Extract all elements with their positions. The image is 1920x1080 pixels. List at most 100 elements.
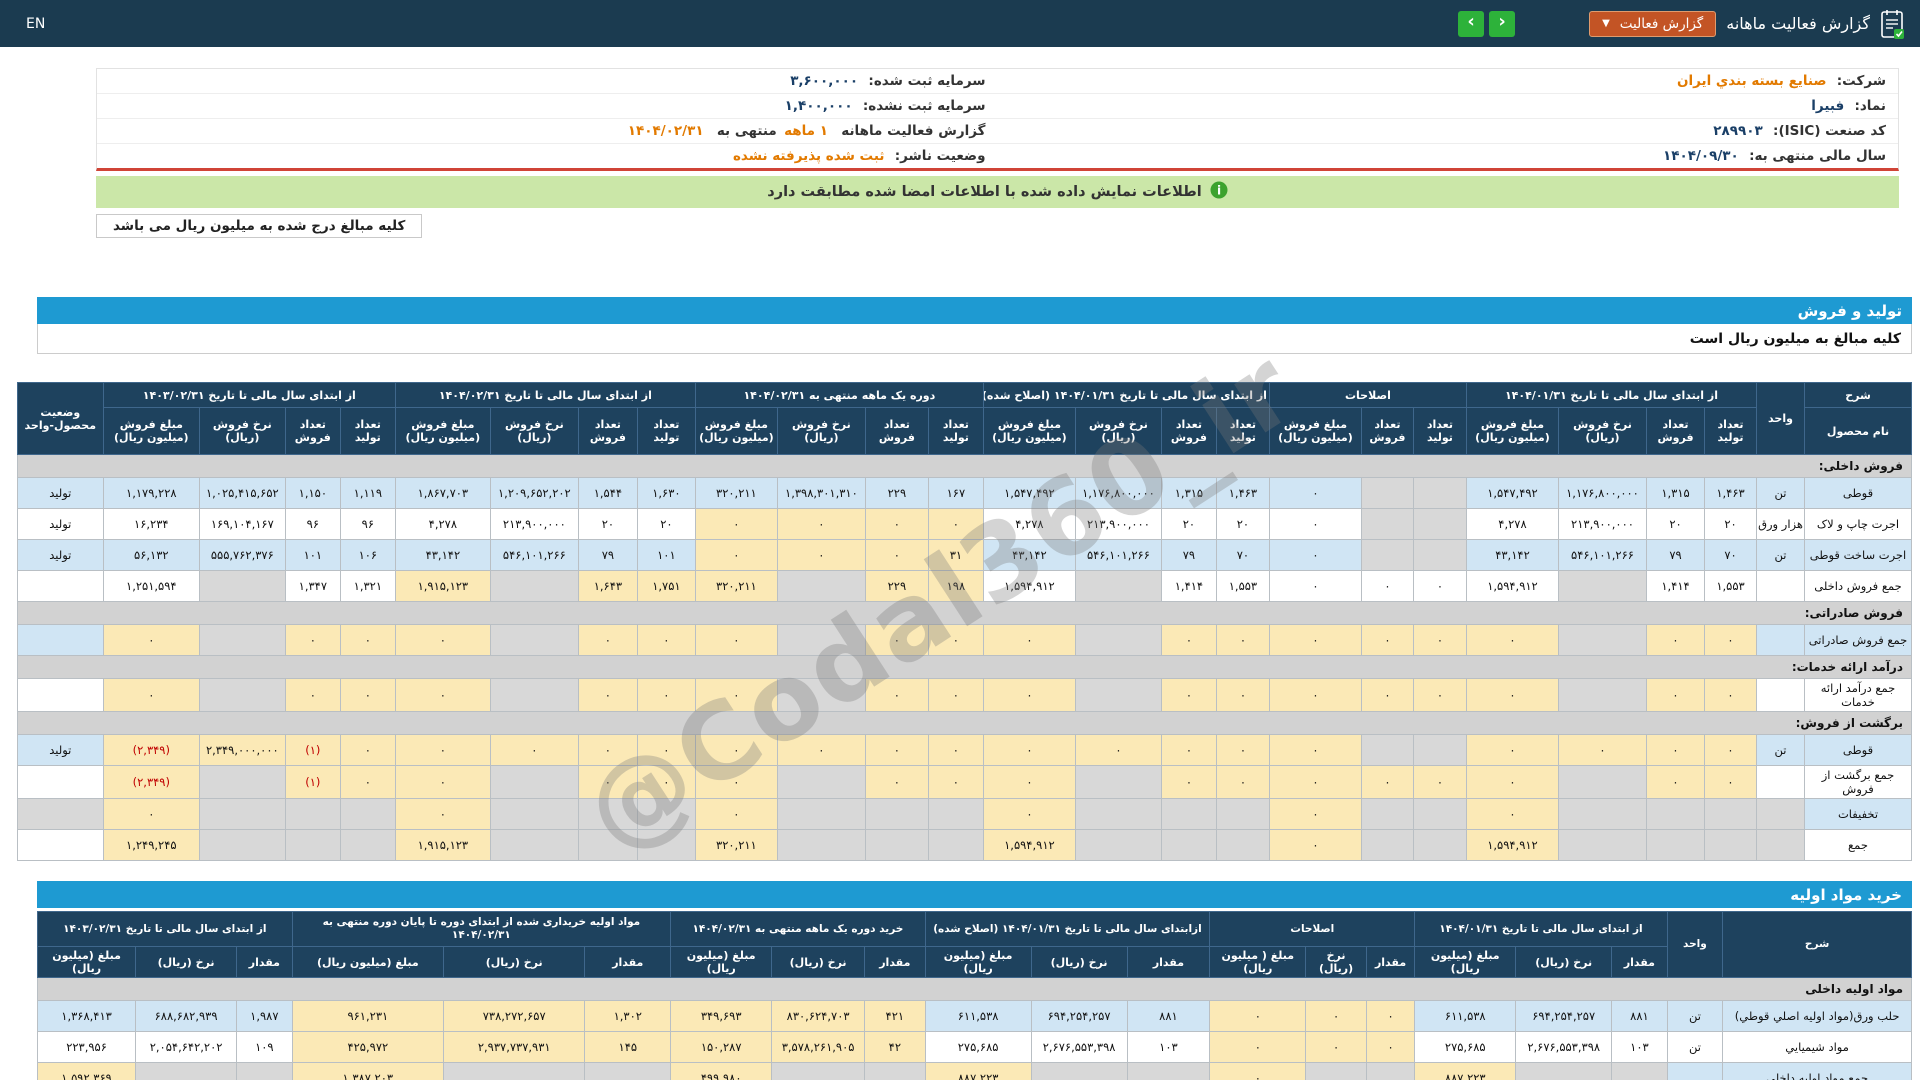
table-sub-header-row: نام محصول تعداد تولید تعداد فروش نرخ فروش (… [17,407,1912,455]
value-cell: (۱) [284,734,341,766]
value-cell: ۵۶,۱۳۲ [102,539,200,571]
prev-report-button[interactable]: ‹ [1458,10,1485,37]
column-header: تعداد تولید [927,407,984,455]
value-cell: ۰ [1465,765,1560,799]
value-cell [135,1062,238,1080]
group-header: از ابتدای سال مالی تا تاریخ ۱۴۰۳/۰۲/۳۱ [102,382,396,408]
value-cell: ۴,۲۷۸ [1465,508,1560,540]
value-cell [584,1062,672,1080]
value-cell: ۰ [927,678,984,712]
column-header: تعداد فروش [577,407,638,455]
next-report-button[interactable]: › [1489,10,1516,37]
value-cell: ۵۴۶,۱۰۱,۲۶۶ [1558,539,1647,571]
column-header: تعداد فروش [1646,407,1705,455]
value-cell: ۱,۴۶۳ [1215,477,1270,509]
unit-cell [1756,829,1805,861]
unit-cell [1756,624,1805,656]
value-cell [864,798,929,830]
value-cell: ۱۶,۲۳۴ [102,508,200,540]
value-cell: ۹۶ [339,508,396,540]
unit-cell: تن [1756,539,1805,571]
value-cell: ۰ [1360,678,1414,712]
value-cell: ۱,۲۵۱,۵۹۴ [102,570,200,602]
value-cell: ۱,۱۱۹ [339,477,396,509]
value-cell [1074,798,1162,830]
value-cell: ۰ [1268,678,1362,712]
group-header: مواد اولیه خریداری شده از ابتدای دوره تا… [291,911,672,947]
column-header: مبلغ فروش (میلیون ریال) [394,407,491,455]
value-cell [864,829,929,861]
value-cell [776,678,866,712]
value-cell: ۰ [1646,678,1705,712]
column-header: نرخ فروش (ریال) [776,407,866,455]
value-cell: ۱,۶۳۰ [636,477,696,509]
value-cell [1412,508,1467,540]
status-header: وضعیت محصول-واحد [16,382,104,455]
value-cell: ۰ [1360,570,1414,602]
group-header: دوره یک ماهه منتهی به ۱۴۰۴/۰۲/۳۱ [694,382,984,408]
value-cell: ۰ [1074,734,1162,766]
value-cell: ۰ [864,539,929,571]
value-cell [636,798,696,830]
production-section-header: تولید و فروش [37,297,1912,324]
value-cell: ۲۲۹ [864,477,929,509]
data-row: اجرت چاپ و لاک هزار ورق ۲۰ ۲۰ ۲۱۳,۹۰۰,۰۰۰ ۴,۲… [16,508,1912,540]
value-cell [198,570,286,602]
value-cell: ۱,۵۹۴,۹۱۲ [982,570,1076,602]
value-cell [1611,1062,1668,1080]
value-cell [1412,539,1467,571]
section-row: فروش صادراتی: [16,601,1913,625]
language-toggle[interactable]: EN [26,16,45,32]
value-cell: ۱,۰۲۵,۴۱۵,۶۵۲ [198,477,286,509]
unregistered-capital: ۱,۴۰۰,۰۰۰ [784,98,853,114]
value-cell: ۴۲۱ [864,1000,926,1032]
value-cell: ۰ [1465,624,1560,656]
value-cell: ۰ [927,508,984,540]
data-row: مواد شیمیایي تن ۱۰۳ ۲,۶۷۶,۵۵۳,۳۹۸ ۲۷۵,۶۸۵ ۰ ۰ ۰… [36,1031,1912,1063]
report-type-label: گزارش فعالیت [1619,15,1704,32]
value-cell: ۱,۵۵۳ [1215,570,1270,602]
value-cell: ۱,۹۸۷ [236,1000,293,1032]
value-cell: ۷۳۸,۲۷۲,۶۵۷ [443,1000,586,1032]
report-type-dropdown[interactable]: گزارش فعالیت ▼ [1589,10,1717,37]
data-row: قوطی تن ۱,۴۶۳ ۱,۳۱۵ ۱,۱۷۶,۸۰۰,۰۰۰ ۱,۵۴۷,۴۹۲ ۰ ۱… [16,477,1912,509]
value-cell: ۰ [1209,1031,1307,1063]
value-cell: ۰ [1215,678,1270,712]
value-cell [198,798,286,830]
value-cell: ۱,۲۰۹,۶۵۲,۲۰۲ [489,477,579,509]
value-cell: ۰ [284,678,341,712]
value-cell: ۰ [864,508,929,540]
product-name-cell: مواد شیمیایي [1722,1031,1912,1063]
column-header: تعداد فروش [1360,407,1414,455]
value-cell: ۰ [1268,570,1362,602]
company-info-card: شرکت: صنایع بسته بندي ایران نماد: فبیرا … [96,68,1899,171]
value-cell [1126,1062,1211,1080]
section-label: مواد اولیه داخلی [37,977,1912,1001]
value-cell: ۰ [694,539,778,571]
column-header: مقدار [236,946,293,978]
column-header: مبلغ فروش (میلیون ریال) [1268,407,1362,455]
column-header: مبلغ فروش (میلیون ریال) [694,407,778,455]
report-period-link[interactable]: ۱ ماهه [784,123,828,139]
column-header: تعداد تولید [636,407,696,455]
value-cell [1646,798,1705,830]
product-name-cell: حلب ورق(مواد اولیه اصلي قوطي) [1722,1000,1912,1032]
value-cell: ۰ [1209,1062,1307,1080]
value-cell [198,624,286,656]
value-cell: ۱,۲۴۹,۲۴۵ [102,829,200,861]
value-cell: ۰ [982,765,1076,799]
value-cell: ۰ [982,798,1076,830]
report-date-link[interactable]: ۱۴۰۴/۰۲/۳۱ [628,123,704,139]
company-name-link[interactable]: صنایع بسته بندي ایران [1677,73,1827,89]
value-cell: ۰ [776,539,866,571]
value-cell [1704,829,1757,861]
value-cell: ۰ [1160,624,1217,656]
value-cell: ۰ [394,624,491,656]
value-cell [1074,829,1162,861]
column-header: مبلغ (میلیون ریال) [36,946,137,978]
value-cell: ۰ [1412,765,1467,799]
value-cell: ۰ [636,624,696,656]
value-cell: ۱۰۹ [236,1031,293,1063]
status-cell [16,829,104,861]
column-header: مبلغ ( میلیون ریال) [1209,946,1307,978]
